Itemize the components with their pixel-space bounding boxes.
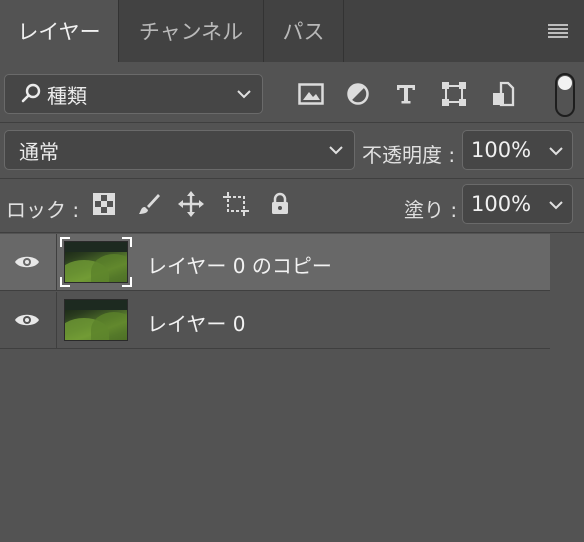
chevron-down-icon: [549, 201, 563, 210]
lock-label: ロック :: [6, 198, 80, 222]
opacity-input[interactable]: 100%: [462, 130, 542, 170]
divider: [0, 178, 584, 179]
eye-icon[interactable]: [14, 310, 40, 330]
search-icon: [21, 83, 41, 103]
chevron-down-icon: [237, 90, 251, 99]
image-filter-icon[interactable]: [297, 80, 325, 108]
layer-row[interactable]: レイヤー 0: [0, 292, 550, 349]
fill-input[interactable]: 100%: [462, 184, 542, 224]
layer-thumbnail[interactable]: [64, 299, 128, 341]
filter-kind-select[interactable]: 種類: [4, 74, 263, 114]
tab-layers[interactable]: レイヤー: [0, 0, 119, 62]
tab-channels[interactable]: チャンネル: [119, 0, 264, 62]
tab-paths[interactable]: パス: [264, 0, 344, 62]
opacity-label: 不透明度 :: [362, 143, 456, 167]
divider: [0, 232, 584, 233]
panel-menu-icon[interactable]: [548, 24, 568, 38]
layer-row[interactable]: レイヤー 0 のコピー: [0, 234, 550, 291]
selection-frame-icon: [60, 237, 132, 287]
blend-mode-value: 通常: [19, 139, 59, 164]
filter-toggle-switch[interactable]: [555, 73, 575, 117]
blend-mode-select[interactable]: 通常: [4, 130, 355, 170]
fill-dropdown-button[interactable]: [541, 184, 573, 224]
divider: [0, 122, 584, 123]
panel-tab-bar: レイヤー チャンネル パス: [0, 0, 584, 62]
divider: [56, 234, 57, 291]
layer-name[interactable]: レイヤー 0 のコピー: [147, 250, 332, 279]
lock-position-icon[interactable]: [177, 190, 205, 218]
shape-filter-icon[interactable]: [440, 80, 468, 108]
divider: [56, 292, 57, 349]
smart-object-filter-icon[interactable]: [489, 80, 517, 108]
filter-kind-label: 種類: [47, 83, 87, 108]
scroll-track[interactable]: [550, 234, 584, 542]
lock-image-pixels-icon[interactable]: [135, 190, 163, 218]
eye-icon[interactable]: [14, 252, 40, 272]
chevron-down-icon: [329, 146, 343, 155]
layer-name[interactable]: レイヤー 0: [147, 308, 245, 337]
type-filter-icon[interactable]: [392, 80, 420, 108]
adjustment-filter-icon[interactable]: [344, 80, 372, 108]
fill-label: 塗り :: [404, 198, 458, 222]
lock-artboard-icon[interactable]: [222, 190, 250, 218]
chevron-down-icon: [549, 147, 563, 156]
lock-all-icon[interactable]: [266, 190, 294, 218]
lock-transparent-pixels-icon[interactable]: [90, 190, 118, 218]
opacity-dropdown-button[interactable]: [541, 130, 573, 170]
